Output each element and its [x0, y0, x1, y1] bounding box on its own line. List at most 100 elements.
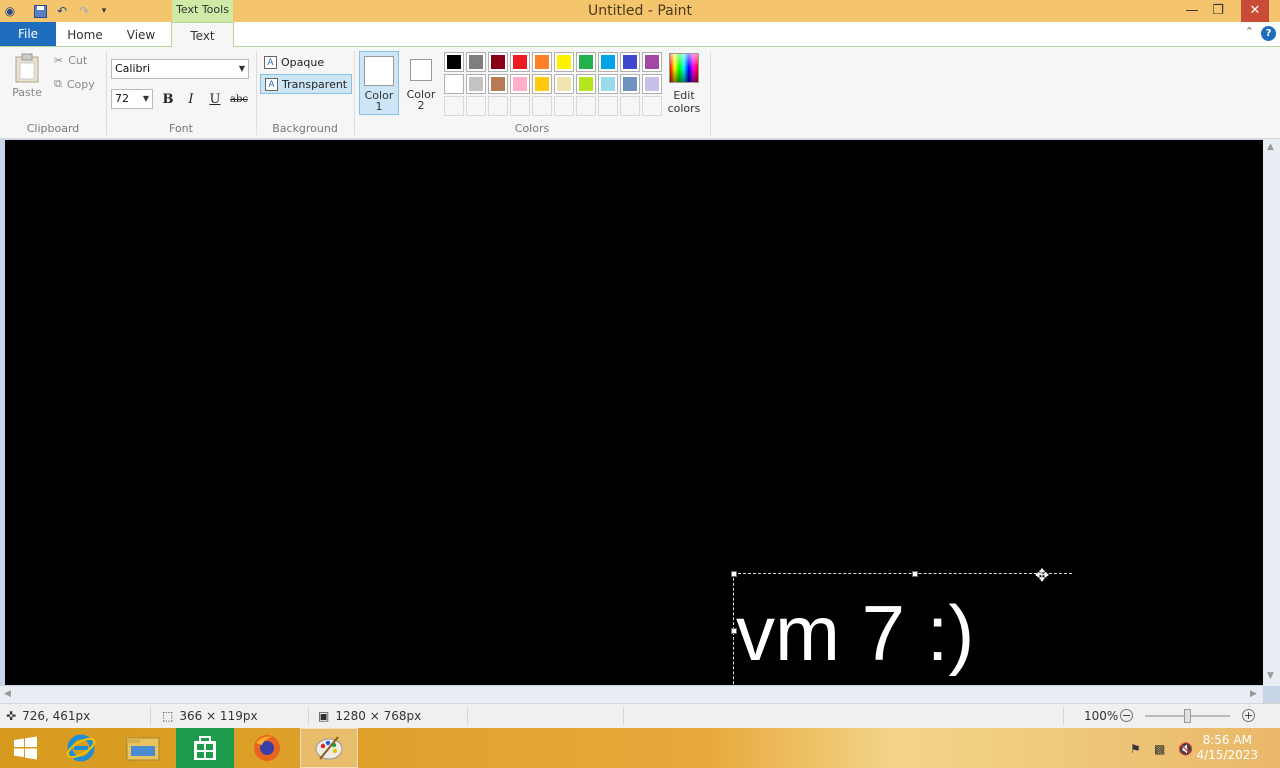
opaque-option[interactable]: A Opaque [260, 52, 328, 72]
scroll-down-icon[interactable]: ▼ [1267, 671, 1274, 681]
palette-swatch[interactable] [554, 52, 574, 72]
resize-handle[interactable] [912, 571, 918, 577]
palette-swatch[interactable] [642, 74, 662, 94]
font-size-dropdown[interactable]: 72 ▼ [111, 89, 153, 109]
drawing-canvas[interactable]: vm 7 :) ✥ [5, 140, 1263, 685]
palette-swatch-color [447, 77, 461, 91]
palette-swatch-color [601, 77, 615, 91]
tab-text[interactable]: Text [171, 22, 234, 47]
strikethrough-button[interactable]: abc [229, 91, 249, 109]
windows-logo-icon [14, 736, 37, 760]
transparent-option[interactable]: A Transparent [260, 74, 353, 94]
palette-empty-slot[interactable] [532, 96, 552, 116]
palette-swatch[interactable] [642, 52, 662, 72]
zoom-slider-thumb[interactable] [1184, 709, 1191, 723]
ribbon-tab-row: File Home View Text ⌃ ? [0, 22, 1280, 47]
taskbar-store[interactable] [176, 728, 234, 768]
move-cursor-icon: ✥ [1034, 566, 1050, 586]
cut-button[interactable]: ✂ Cut [54, 54, 87, 67]
color2-button[interactable]: Color 2 [401, 51, 441, 115]
text-box-selection[interactable]: vm 7 :) [731, 571, 1072, 685]
palette-empty-slot[interactable] [466, 96, 486, 116]
taskbar-paint[interactable] [300, 728, 358, 768]
palette-empty-slot[interactable] [598, 96, 618, 116]
palette-empty-slot[interactable] [554, 96, 574, 116]
palette-empty-slot[interactable] [576, 96, 596, 116]
bold-button[interactable]: B [159, 91, 177, 109]
taskbar-internet-explorer[interactable] [52, 728, 110, 768]
color1-button[interactable]: Color 1 [359, 51, 399, 115]
palette-swatch[interactable] [444, 74, 464, 94]
status-divider [1063, 707, 1064, 725]
palette-swatch[interactable] [466, 52, 486, 72]
underline-button[interactable]: U [206, 91, 224, 109]
palette-empty-slot[interactable] [510, 96, 530, 116]
scroll-up-icon[interactable]: ▲ [1267, 142, 1274, 152]
palette-swatch[interactable] [620, 74, 640, 94]
scissors-icon: ✂ [54, 54, 64, 67]
palette-swatch[interactable] [488, 74, 508, 94]
zoom-level: 100% [1084, 709, 1119, 723]
palette-empty-slot[interactable] [642, 96, 662, 116]
palette-swatch[interactable] [598, 74, 618, 94]
palette-empty-slot[interactable] [620, 96, 640, 116]
palette-swatch[interactable] [444, 52, 464, 72]
horizontal-scrollbar[interactable]: ◀ ▶ [0, 686, 1263, 703]
palette-empty-slot[interactable] [488, 96, 508, 116]
opaque-icon: A [264, 55, 277, 69]
maximize-button[interactable]: ❐ [1204, 0, 1232, 22]
colors-group-label: Colors [514, 122, 550, 135]
zoom-in-button[interactable]: + [1242, 709, 1255, 722]
palette-swatch[interactable] [510, 52, 530, 72]
minimize-button[interactable]: — [1178, 0, 1206, 22]
help-icon[interactable]: ? [1261, 26, 1276, 41]
paste-button[interactable]: Paste [10, 53, 44, 99]
zoom-out-button[interactable]: − [1120, 709, 1133, 722]
edit-colors-button[interactable]: Edit colors [666, 53, 702, 115]
volume-muted-icon[interactable]: 🔇 [1178, 742, 1193, 756]
action-center-flag-icon[interactable]: ⚑ [1130, 742, 1141, 756]
palette-swatch[interactable] [620, 52, 640, 72]
copy-button[interactable]: ⧉ Copy [54, 77, 95, 91]
palette-swatch-color [645, 77, 659, 91]
selection-size-status: ⬚ 366 × 119px [162, 709, 258, 723]
scroll-left-icon[interactable]: ◀ [4, 689, 11, 699]
resize-handle[interactable] [731, 571, 737, 577]
background-group-label: Background [272, 122, 338, 135]
chevron-down-icon: ▼ [142, 94, 149, 103]
font-family-value: Calibri [115, 62, 151, 75]
tab-home[interactable]: Home [58, 22, 112, 46]
palette-swatch[interactable] [510, 74, 530, 94]
start-button[interactable] [0, 728, 50, 768]
color2-swatch [410, 59, 432, 81]
palette-swatch[interactable] [532, 52, 552, 72]
close-button[interactable]: ✕ [1241, 0, 1269, 22]
palette-swatch-color [645, 55, 659, 69]
taskbar-file-explorer[interactable] [114, 728, 172, 768]
network-icon[interactable]: ▩ [1154, 742, 1165, 756]
status-bar: ✜ 726, 461px ⬚ 366 × 119px ▣ 1280 × 768p… [0, 703, 1280, 728]
italic-button[interactable]: I [182, 91, 200, 109]
taskbar-firefox[interactable] [238, 728, 296, 768]
palette-swatch-color [557, 77, 571, 91]
palette-swatch[interactable] [576, 52, 596, 72]
palette-empty-slot[interactable] [444, 96, 464, 116]
collapse-ribbon-icon[interactable]: ⌃ [1245, 25, 1254, 38]
font-family-dropdown[interactable]: Calibri ▼ [111, 59, 249, 79]
system-clock[interactable]: 8:56 AM 4/15/2023 [1196, 733, 1258, 763]
scroll-right-icon[interactable]: ▶ [1250, 689, 1257, 699]
vertical-scrollbar[interactable]: ▲ ▼ [1263, 139, 1280, 686]
palette-swatch[interactable] [466, 74, 486, 94]
cursor-position-value: 726, 461px [22, 709, 91, 723]
tab-view[interactable]: View [114, 22, 168, 46]
palette-swatch-color [601, 55, 615, 69]
palette-swatch[interactable] [554, 74, 574, 94]
palette-swatch-color [513, 55, 527, 69]
canvas-text-content[interactable]: vm 7 :) [736, 588, 974, 678]
tab-file[interactable]: File [0, 22, 56, 46]
selection-size-value: 366 × 119px [179, 709, 258, 723]
palette-swatch[interactable] [488, 52, 508, 72]
palette-swatch[interactable] [598, 52, 618, 72]
palette-swatch[interactable] [532, 74, 552, 94]
palette-swatch[interactable] [576, 74, 596, 94]
